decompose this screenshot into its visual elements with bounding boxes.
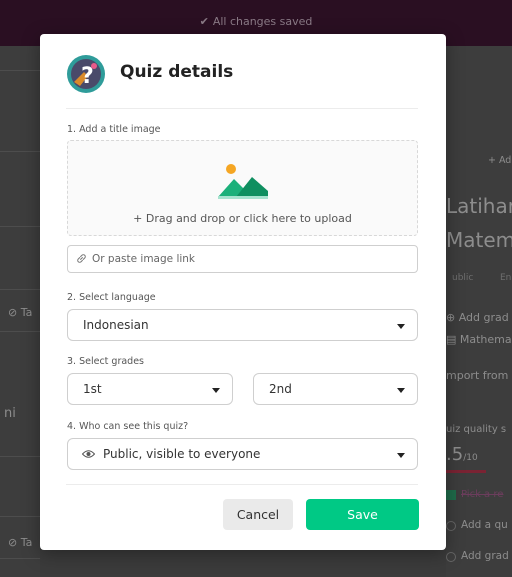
grades-label: 3. Select grades (67, 356, 144, 367)
title-image-label: 1. Add a title image (67, 124, 161, 135)
footer-divider (66, 484, 418, 485)
background-subject: ▤ Mathema (446, 333, 512, 346)
background-tag: ⊘ Ta (8, 536, 33, 549)
row-divider (0, 558, 40, 559)
cancel-button[interactable]: Cancel (223, 499, 293, 530)
background-radio (446, 521, 456, 531)
chevron-down-icon (397, 453, 405, 458)
eye-icon (82, 450, 95, 458)
chevron-down-icon (397, 388, 405, 393)
language-value: Indonesian (83, 318, 149, 332)
grade-to-select[interactable]: 2nd (253, 373, 418, 405)
background-add-button: + Ad (488, 155, 512, 166)
chevron-down-icon (397, 324, 405, 329)
grade-from-select[interactable]: 1st (67, 373, 233, 405)
background-checklist-item: Add grad (461, 550, 509, 562)
image-upload-dropzone[interactable]: + Drag and drop or click here to upload (67, 140, 418, 236)
background-checkbox (446, 490, 456, 500)
background-checklist-item: Add a qu (461, 519, 508, 531)
background-quality-bar (446, 470, 486, 473)
image-link-input[interactable] (92, 246, 412, 272)
row-divider (0, 456, 40, 457)
grade-from-value: 1st (83, 382, 102, 396)
background-quiz-title: Matem (446, 228, 512, 252)
quiz-details-dialog: ? Quiz details 1. Add a title image + Dr… (40, 34, 446, 550)
row-divider (0, 151, 40, 152)
row-divider (0, 226, 40, 227)
dialog-title: Quiz details (120, 62, 234, 82)
save-status: ✔ All changes saved (199, 15, 313, 28)
visibility-value: Public, visible to everyone (103, 447, 261, 461)
background-add-grade: ⊕ Add grad (446, 311, 509, 324)
background-visibility: ublic (452, 273, 474, 283)
visibility-label: 4. Who can see this quiz? (67, 421, 189, 432)
background-import: mport from (446, 369, 509, 382)
image-link-field[interactable] (67, 245, 418, 273)
language-label: 2. Select language (67, 292, 156, 303)
check-icon: ✔ (199, 15, 209, 28)
background-fragment: ni (4, 406, 16, 421)
background-quality-score: .5/10 (446, 444, 478, 465)
row-divider (0, 70, 40, 71)
row-divider (0, 331, 40, 332)
chevron-down-icon (212, 388, 220, 393)
save-button[interactable]: Save (306, 499, 419, 530)
background-tag: ⊘ Ta (8, 306, 33, 319)
link-icon (77, 254, 86, 263)
header-divider (66, 108, 418, 109)
grade-to-value: 2nd (269, 382, 292, 396)
upload-instructions: + Drag and drop or click here to upload (133, 212, 352, 225)
language-select[interactable]: Indonesian (67, 309, 418, 341)
background-checklist-item: Pick a re (461, 489, 504, 500)
background-quality-label: uiz quality s (446, 424, 507, 435)
quiz-question-mark-icon: ? (67, 55, 105, 93)
visibility-select[interactable]: Public, visible to everyone (67, 438, 418, 470)
row-divider (0, 289, 40, 290)
image-placeholder-icon (218, 159, 268, 199)
background-radio (446, 552, 456, 562)
row-divider (0, 516, 40, 517)
background-quiz-title: Latihar (446, 194, 512, 218)
background-language: En (500, 273, 512, 283)
